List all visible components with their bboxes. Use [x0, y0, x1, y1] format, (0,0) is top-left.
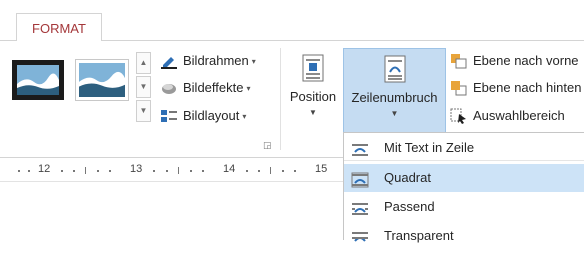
send-backward-icon: [450, 80, 468, 96]
ruler-mark: [166, 170, 168, 172]
ruler-mark: [202, 170, 204, 172]
gallery-more-button[interactable]: ▼: [136, 100, 151, 122]
ruler-mark: [61, 170, 63, 172]
chevron-down-icon: ▼: [309, 108, 317, 117]
gallery-scroll-up[interactable]: ▲: [136, 52, 151, 74]
position-label: Position: [289, 89, 337, 104]
ruler-mark: [153, 170, 155, 172]
menu-item-square[interactable]: Quadrat: [344, 164, 584, 192]
bring-forward-button[interactable]: Ebene nach vorne: [450, 50, 579, 72]
ruler-mark: [190, 170, 192, 172]
landscape-image-icon: [14, 62, 62, 98]
picture-effects-label: Bildeffekte: [183, 80, 244, 95]
ruler-mark: [85, 167, 86, 174]
wrap-through-icon: [351, 228, 369, 244]
wrap-inline-icon: [351, 140, 369, 156]
picture-layout-button[interactable]: Bildlayout ▾: [160, 105, 246, 127]
ruler-mark: [270, 167, 271, 174]
dialog-launcher-icon[interactable]: ◲: [263, 140, 273, 150]
ruler-mark: [246, 170, 248, 172]
pencil-icon: [160, 53, 178, 69]
bring-forward-label: Ebene nach vorne: [473, 53, 579, 68]
effects-icon: [160, 80, 178, 96]
ruler-mark: [258, 170, 260, 172]
wrap-text-button[interactable]: Zeilenumbruch ▼: [343, 48, 446, 132]
chevron-up-icon: ▲: [139, 58, 148, 67]
menu-item-label: Quadrat: [384, 170, 431, 185]
chevron-down-icon: ▾: [246, 84, 251, 93]
picture-style-thumbnail-1[interactable]: [12, 60, 64, 100]
picture-style-thumbnail-2[interactable]: [76, 60, 128, 100]
ruler-number: 15: [315, 163, 328, 175]
picture-effects-button[interactable]: Bildeffekte ▾: [160, 77, 250, 99]
picture-border-label: Bildrahmen: [183, 53, 249, 68]
position-button[interactable]: Position ▼: [286, 48, 340, 134]
position-icon: [286, 54, 340, 85]
more-icon: ▼: [139, 106, 148, 115]
menu-item-inline[interactable]: Mit Text in Zeile: [344, 134, 584, 162]
gallery-scroll-down[interactable]: ▼: [136, 76, 151, 98]
selection-pane-button[interactable]: Auswahlbereich: [450, 105, 565, 127]
ruler-mark: [109, 170, 111, 172]
ruler-mark: [294, 170, 296, 172]
bring-forward-icon: [450, 53, 468, 69]
wrap-square-icon: [351, 170, 369, 188]
menu-item-through[interactable]: Transparent: [344, 222, 584, 250]
ruler-mark: [28, 170, 30, 172]
chevron-down-icon: ▾: [242, 112, 247, 121]
send-backward-label: Ebene nach hinten: [473, 80, 582, 95]
selection-pane-label: Auswahlbereich: [473, 108, 565, 123]
ruler-mark: [97, 170, 99, 172]
group-separator: [280, 48, 281, 150]
ruler-mark: [178, 167, 179, 174]
layout-icon: [160, 108, 178, 124]
menu-item-label: Mit Text in Zeile: [384, 140, 475, 155]
wrap-text-label: Zeilenumbruch: [351, 90, 438, 105]
menu-item-label: Transparent: [384, 228, 454, 243]
send-backward-button[interactable]: Ebene nach hinten: [450, 77, 581, 99]
landscape-image-icon: [79, 63, 125, 97]
picture-border-button[interactable]: Bildrahmen ▾: [160, 50, 256, 72]
menu-separator: [344, 160, 584, 161]
wrap-tight-icon: [351, 199, 369, 215]
chevron-down-icon: ▾: [251, 57, 256, 66]
chevron-down-icon: ▼: [390, 109, 399, 118]
wrap-text-icon: [344, 55, 445, 86]
ruler-mark: [18, 170, 20, 172]
tab-format[interactable]: FORMAT: [16, 13, 102, 41]
picture-layout-label: Bildlayout: [183, 108, 240, 123]
chevron-down-icon: ▼: [139, 82, 148, 91]
menu-item-label: Passend: [384, 199, 435, 214]
ruler-number: 14: [223, 163, 236, 175]
ruler-number: 13: [130, 163, 143, 175]
selection-pane-icon: [450, 108, 468, 124]
ruler-mark: [73, 170, 75, 172]
menu-item-tight[interactable]: Passend: [344, 193, 584, 221]
ruler-mark: [282, 170, 284, 172]
ruler-number: 12: [38, 163, 51, 175]
